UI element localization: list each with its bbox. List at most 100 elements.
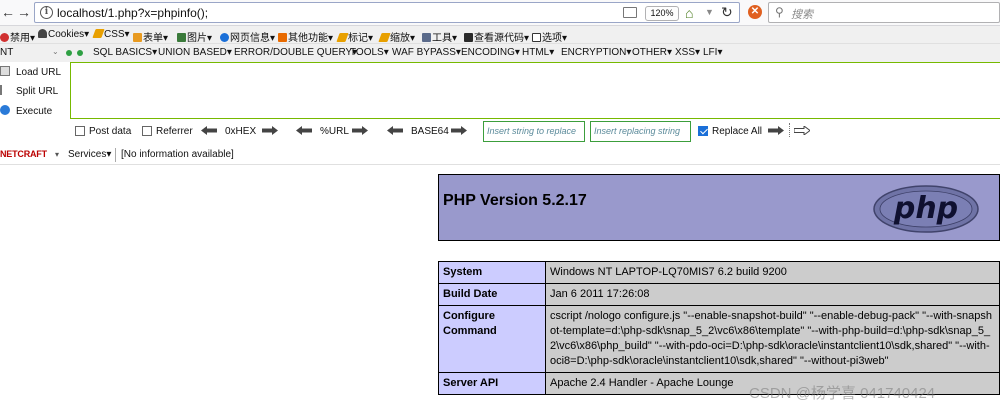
image-icon bbox=[177, 33, 186, 42]
netcraft-toolbar: NETCRAFT ▾ Services▾ [No information ava… bbox=[0, 145, 1000, 165]
back-button[interactable]: ← bbox=[0, 4, 16, 20]
url-textarea[interactable] bbox=[70, 62, 1000, 119]
dev-menu-images[interactable]: 图片▾ bbox=[177, 29, 212, 44]
dev-menu-cookies[interactable]: Cookies▾ bbox=[38, 29, 89, 40]
source-icon bbox=[464, 33, 473, 42]
hackbar-menu-error-double-query[interactable]: ERROR/DOUBLE QUERY▾ bbox=[234, 47, 357, 58]
referrer-label: Referrer bbox=[156, 126, 193, 137]
php-version-header: PHP Version 5.2.17 php bbox=[438, 174, 1000, 241]
resize-icon bbox=[378, 33, 391, 42]
hackbar-menu-encryption[interactable]: ENCRYPTION▾ bbox=[561, 47, 631, 58]
load-icon bbox=[0, 66, 10, 76]
url-text[interactable]: localhost/1.php?x=phpinfo(); bbox=[57, 6, 208, 20]
dev-menu-forms[interactable]: 表单▾ bbox=[133, 29, 168, 44]
dev-menu-outline[interactable]: 标记▾ bbox=[336, 29, 373, 44]
dev-menu-page-info[interactable]: 网页信息▾ bbox=[220, 29, 275, 44]
hackbar-select[interactable]: NT ⌄ bbox=[0, 47, 59, 58]
info-circle-icon bbox=[220, 33, 229, 42]
dev-menu-misc[interactable]: 其他功能▾ bbox=[278, 29, 333, 44]
dev-menu-tools[interactable]: 工具▾ bbox=[422, 29, 457, 44]
misc-icon bbox=[278, 33, 287, 42]
chevron-down-icon[interactable]: ▼ bbox=[705, 7, 714, 17]
watermark: CSDN @杨学喜 041740424 bbox=[749, 385, 936, 402]
reader-view-icon[interactable] bbox=[623, 7, 637, 18]
replace-all-label: Replace All bbox=[712, 126, 763, 137]
info-icon[interactable]: i bbox=[40, 6, 53, 19]
netcraft-logo[interactable]: NETCRAFT bbox=[0, 149, 47, 159]
status-dot-icon bbox=[77, 50, 83, 56]
hackbar-menu-sql-basics[interactable]: SQL BASICS▾ bbox=[93, 47, 157, 58]
url-label: %URL bbox=[320, 126, 349, 137]
row-value: Windows NT LAPTOP-LQ70MIS7 6.2 build 920… bbox=[545, 261, 1000, 284]
status-dot-icon bbox=[66, 50, 72, 56]
load-url-button[interactable]: Load URL bbox=[0, 66, 61, 78]
hackbar-menu-tools[interactable]: TOOLS▾ bbox=[350, 47, 389, 58]
dev-menu-view-source[interactable]: 查看源代码▾ bbox=[464, 29, 529, 44]
hackbar-menu-waf-bypass[interactable]: WAF BYPASS▾ bbox=[392, 47, 461, 58]
post-data-checkbox[interactable] bbox=[75, 126, 85, 136]
hex-decode-arrow-icon[interactable] bbox=[201, 126, 217, 135]
split-url-button[interactable]: Split URL bbox=[0, 85, 58, 97]
dev-menu-resize[interactable]: 缩放▾ bbox=[378, 29, 415, 44]
row-value: cscript /nologo configure.js "--enable-s… bbox=[545, 305, 1000, 373]
replace-all-checkbox[interactable] bbox=[698, 126, 708, 136]
row-label: Server API bbox=[438, 372, 546, 395]
hackbar-menu-encoding[interactable]: ENCODING▾ bbox=[461, 47, 520, 58]
url-bar[interactable]: i localhost/1.php?x=phpinfo(); 120% ⌂ ▼ … bbox=[34, 2, 740, 23]
url-decode-arrow-icon[interactable] bbox=[296, 126, 312, 135]
replace-all-arrow-icon[interactable] bbox=[794, 126, 810, 135]
disable-icon bbox=[0, 33, 9, 42]
svg-text:php: php bbox=[893, 191, 958, 226]
hackbar-menu-other[interactable]: OTHER▾ bbox=[632, 47, 672, 58]
options-icon bbox=[532, 33, 541, 42]
web-developer-toolbar: 禁用▾ Cookies▾ CSS▾ 表单▾ 图片▾ 网页信息▾ 其他功能▾ 标记… bbox=[0, 26, 1000, 44]
navigation-bar: ← → i localhost/1.php?x=phpinfo(); 120% … bbox=[0, 0, 1000, 26]
zoom-level-badge[interactable]: 120% bbox=[645, 6, 679, 21]
services-menu[interactable]: Services▾ bbox=[68, 149, 111, 160]
dev-menu-css[interactable]: CSS▾ bbox=[92, 29, 130, 40]
split-icon bbox=[0, 85, 10, 95]
stop-icon[interactable]: ✕ bbox=[748, 5, 762, 19]
home-icon[interactable]: ⌂ bbox=[685, 5, 693, 21]
phpinfo-table: System Windows NT LAPTOP-LQ70MIS7 6.2 bu… bbox=[438, 261, 1000, 395]
hackbar-menu-lfi[interactable]: LFI▾ bbox=[703, 47, 722, 58]
execute-button[interactable]: Execute bbox=[0, 105, 52, 117]
row-value: Jan 6 2011 17:26:08 bbox=[545, 283, 1000, 306]
base64-decode-arrow-icon[interactable] bbox=[387, 126, 403, 135]
dev-menu-options[interactable]: 选项▾ bbox=[532, 29, 567, 44]
forward-button[interactable]: → bbox=[16, 4, 32, 20]
pencil-icon bbox=[92, 29, 105, 38]
hex-label: 0xHEX bbox=[225, 126, 257, 137]
chevron-down-icon[interactable]: ▾ bbox=[55, 150, 59, 159]
row-label: Build Date bbox=[438, 283, 546, 306]
hackbar-menu-html[interactable]: HTML▾ bbox=[522, 47, 554, 58]
search-input[interactable]: ⚲ 搜索 bbox=[768, 2, 1000, 23]
marker-icon bbox=[336, 33, 349, 42]
dev-menu-disable[interactable]: 禁用▾ bbox=[0, 29, 35, 44]
form-icon bbox=[133, 33, 142, 42]
insert-string-input[interactable]: Insert string to replace bbox=[483, 121, 585, 142]
hex-encode-arrow-icon[interactable] bbox=[262, 126, 278, 135]
referrer-checkbox[interactable] bbox=[142, 126, 152, 136]
table-row: Build Date Jan 6 2011 17:26:08 bbox=[438, 283, 1000, 306]
divider bbox=[789, 123, 790, 137]
replacing-string-input[interactable]: Insert replacing string bbox=[590, 121, 691, 142]
chevron-down-icon: ⌄ bbox=[52, 47, 59, 56]
table-row: Configure Command cscript /nologo config… bbox=[438, 305, 1000, 373]
table-row: System Windows NT LAPTOP-LQ70MIS7 6.2 bu… bbox=[438, 261, 1000, 284]
replace-arrow-icon[interactable] bbox=[768, 126, 784, 135]
divider bbox=[115, 148, 116, 162]
base64-encode-arrow-icon[interactable] bbox=[451, 126, 467, 135]
url-encode-arrow-icon[interactable] bbox=[352, 126, 368, 135]
netcraft-info: [No information available] bbox=[121, 149, 234, 160]
page-title: PHP Version 5.2.17 bbox=[443, 192, 587, 209]
post-data-label: Post data bbox=[89, 126, 132, 137]
hackbar-menu: NT ⌄ SQL BASICS▾ UNION BASED▾ ERROR/DOUBL… bbox=[0, 44, 1000, 62]
execute-icon bbox=[0, 105, 10, 115]
search-placeholder: 搜索 bbox=[791, 9, 813, 21]
row-label: System bbox=[438, 261, 546, 284]
search-icon: ⚲ bbox=[775, 5, 784, 19]
hackbar-menu-union-based[interactable]: UNION BASED▾ bbox=[158, 47, 232, 58]
hackbar-menu-xss[interactable]: XSS▾ bbox=[675, 47, 700, 58]
reload-icon[interactable]: ↻ bbox=[721, 4, 733, 21]
